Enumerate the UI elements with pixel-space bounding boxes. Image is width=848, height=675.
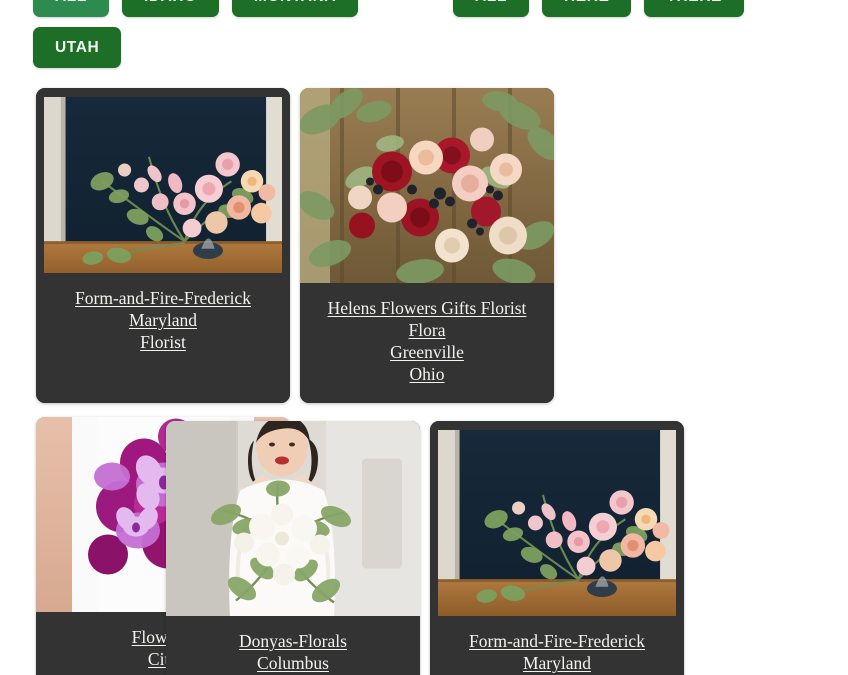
photo-red-and-blush-bouquet-fence <box>300 88 554 283</box>
filter-button-all[interactable]: ALL <box>33 0 109 17</box>
florist-name-link[interactable]: Donyas-Florals <box>176 630 410 652</box>
florist-card-image <box>166 421 420 616</box>
filter-button-here[interactable]: HERE <box>541 0 632 17</box>
location-filter-group: ALL HERE THERE <box>453 0 823 17</box>
photo-florist-arrangement-dark-wall <box>438 430 676 616</box>
florist-card-details: Form-and-Fire-Frederick Maryland Florist <box>36 273 290 403</box>
florist-detail-link[interactable]: Columbus <box>176 652 410 674</box>
florist-detail-link[interactable]: Maryland <box>440 652 674 674</box>
florist-detail-link[interactable]: Flora <box>310 319 544 341</box>
florist-card-image <box>300 88 554 283</box>
florist-results-row-2: Donyas-Florals Columbus Form-and-Fire-Fr… <box>166 421 686 675</box>
florist-card-image <box>430 421 684 616</box>
florist-detail-link[interactable]: Greenville <box>310 341 544 363</box>
florist-card[interactable]: Form-and-Fire-Frederick Maryland <box>430 421 684 675</box>
florist-card-details: Helens Flowers Gifts Florist Flora Greenvi… <box>300 283 554 403</box>
florist-name-link[interactable]: Form-and-Fire-Frederick <box>440 630 674 652</box>
florist-directory-page: ALL IDAHO MONTANA UTAH ALL HERE THERE <box>0 0 848 675</box>
florist-detail-link[interactable]: Ohio <box>310 363 544 385</box>
florist-name-link[interactable]: Form-and-Fire-Frederick <box>46 287 280 309</box>
florist-card[interactable]: Helens Flowers Gifts Florist Flora Greenvi… <box>300 88 554 403</box>
florist-name-link[interactable]: Helens Flowers Gifts Florist <box>310 297 544 319</box>
filter-button-idaho[interactable]: IDAHO <box>121 0 219 17</box>
state-filter-group: ALL IDAHO MONTANA UTAH <box>33 0 403 68</box>
filter-button-there[interactable]: THERE <box>644 0 744 17</box>
filter-button-utah[interactable]: UTAH <box>33 27 122 68</box>
photo-florist-arrangement-dark-wall <box>44 97 282 273</box>
florist-card-details: Form-and-Fire-Frederick Maryland <box>430 616 684 675</box>
florist-card-details: Donyas-Florals Columbus <box>166 616 420 675</box>
filter-button-all[interactable]: ALL <box>453 0 529 17</box>
filter-button-montana[interactable]: MONTANA <box>231 0 359 17</box>
florist-card-image <box>36 88 290 273</box>
photo-bride-with-white-green-bouquet <box>166 421 420 616</box>
florist-card[interactable]: Donyas-Florals Columbus <box>166 421 420 675</box>
florist-card[interactable]: Form-and-Fire-Frederick Maryland Florist <box>36 88 290 403</box>
florist-detail-link[interactable]: Maryland <box>46 309 280 331</box>
florist-detail-link[interactable]: Florist <box>46 331 280 353</box>
